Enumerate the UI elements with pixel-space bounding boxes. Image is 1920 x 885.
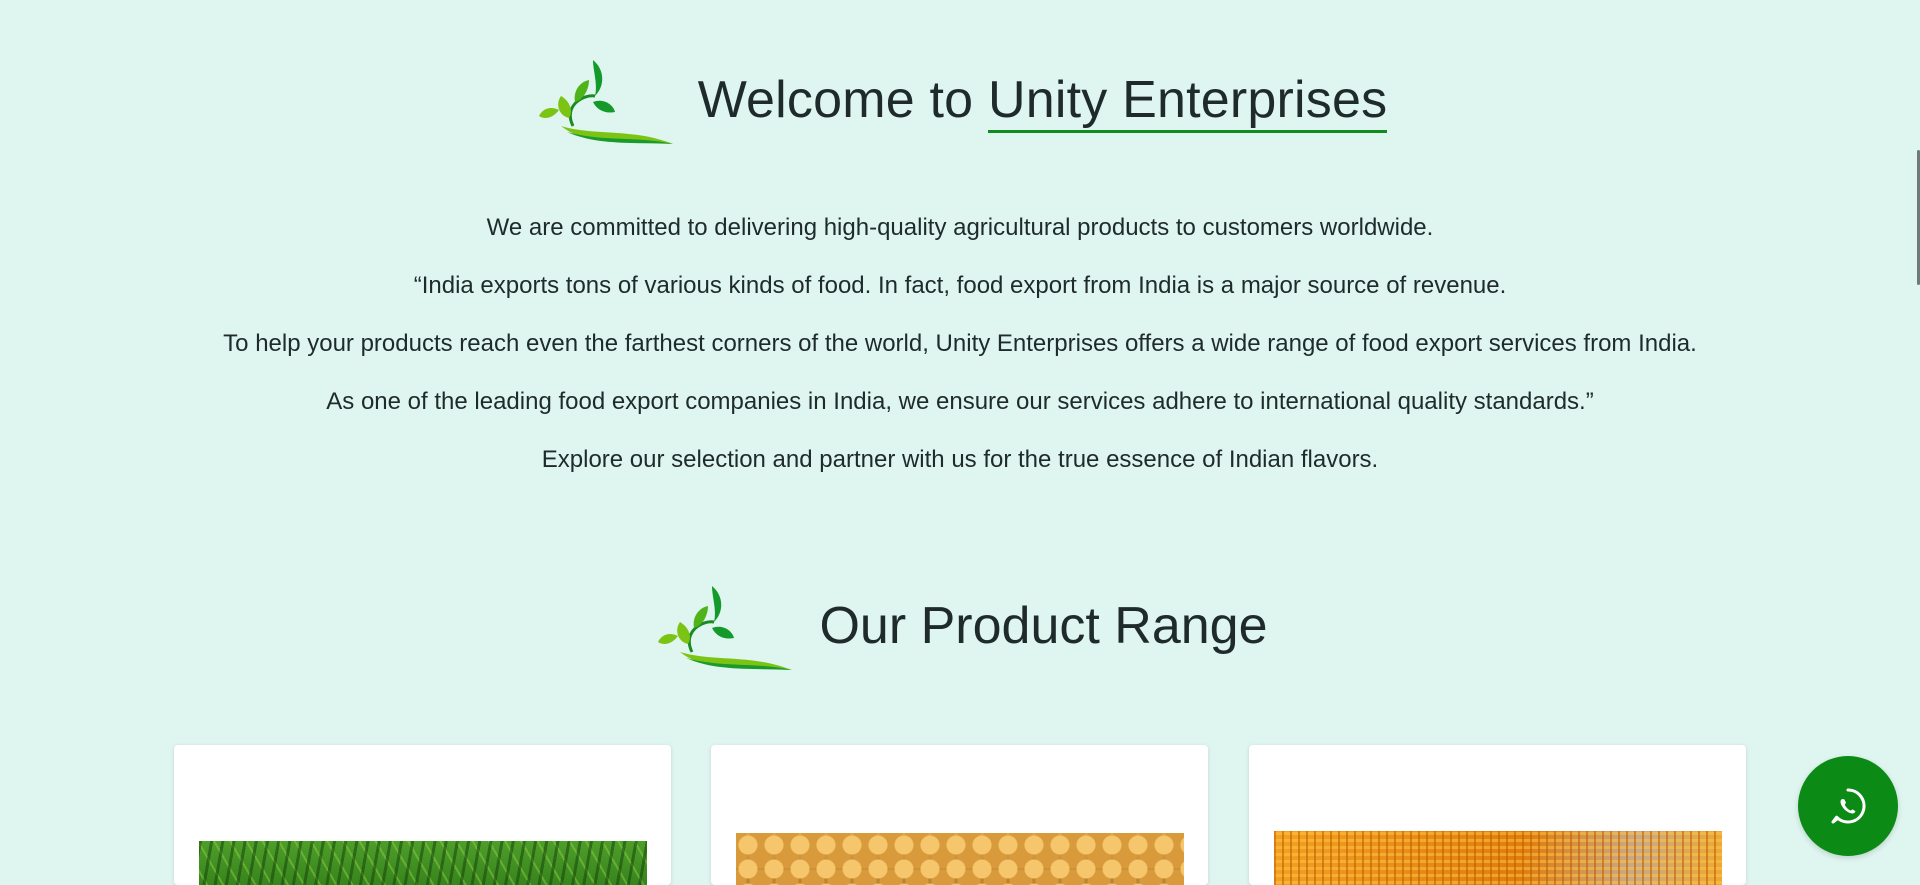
whatsapp-button[interactable] <box>1798 756 1898 856</box>
intro-paragraph: As one of the leading food export compan… <box>326 388 1594 415</box>
corn-cobs-image[interactable] <box>1274 831 1722 885</box>
product-card[interactable] <box>711 745 1208 885</box>
welcome-header: Welcome to Unity Enterprises <box>0 56 1920 146</box>
mangoes-image[interactable] <box>736 833 1184 885</box>
product-card[interactable] <box>174 745 671 885</box>
products-header: Our Product Range <box>0 582 1920 672</box>
intro-text: We are committed to delivering high-qual… <box>0 214 1920 504</box>
page-title: Welcome to Unity Enterprises <box>697 71 1388 134</box>
green-chillies-image[interactable] <box>199 841 647 885</box>
welcome-title-prefix: Welcome to <box>697 71 988 130</box>
page-scrollbar[interactable] <box>1914 0 1920 864</box>
whatsapp-icon <box>1831 788 1866 824</box>
intro-paragraph: “India exports tons of various kinds of … <box>413 272 1507 299</box>
intro-paragraph: Explore our selection and partner with u… <box>541 446 1379 473</box>
leaf-logo-icon <box>658 586 793 670</box>
intro-paragraph: To help your products reach even the far… <box>223 330 1697 357</box>
section-title: Our Product Range <box>819 597 1268 656</box>
leaf-logo-icon <box>538 60 673 144</box>
product-card[interactable] <box>1249 745 1746 885</box>
brand-name: Unity Enterprises <box>987 71 1388 134</box>
intro-paragraph: We are committed to delivering high-qual… <box>486 214 1434 241</box>
